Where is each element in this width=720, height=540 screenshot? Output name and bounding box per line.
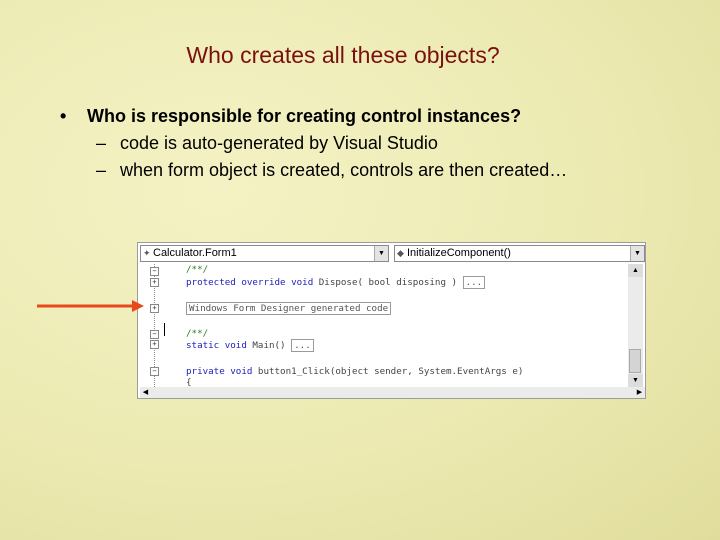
pointer-arrow-icon <box>37 300 144 312</box>
